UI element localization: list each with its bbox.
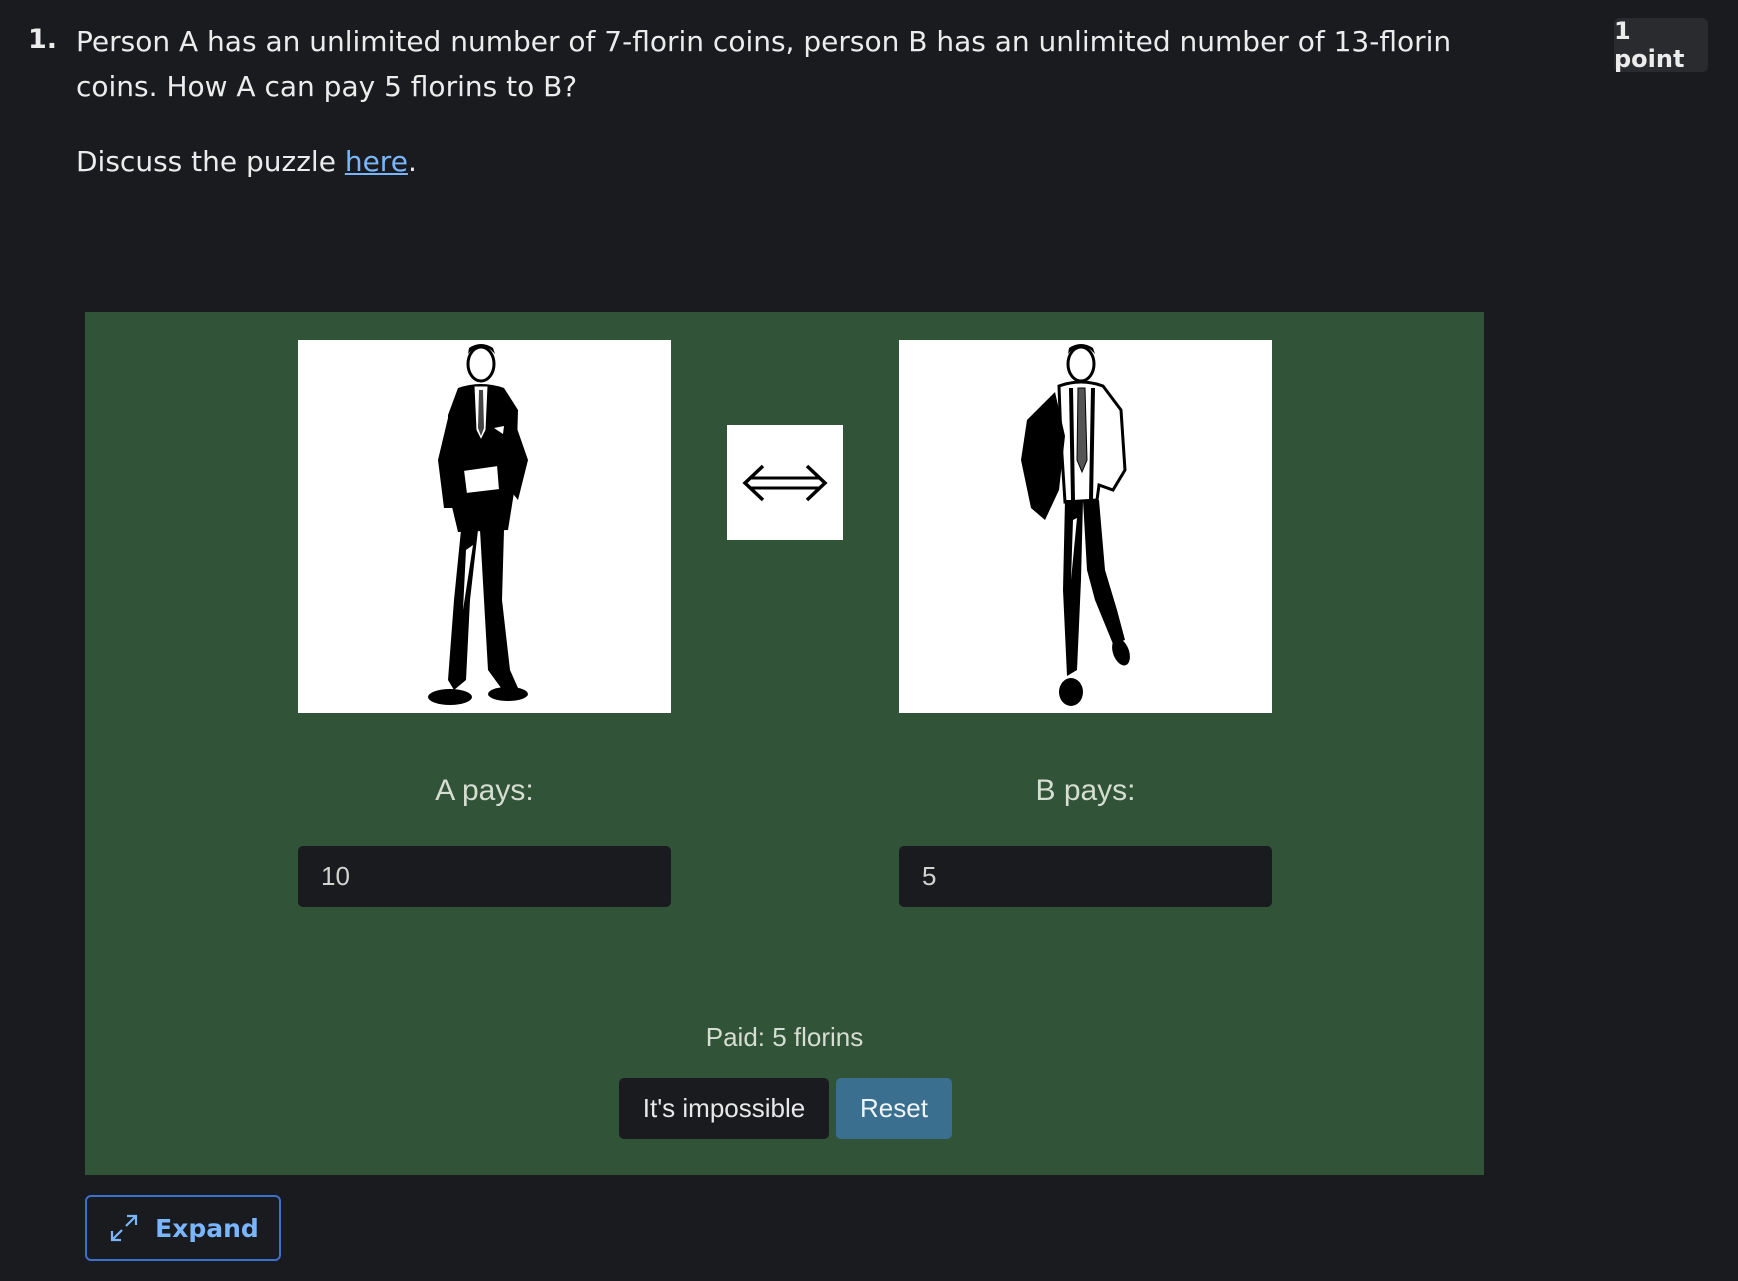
person-a-figure	[428, 344, 528, 705]
expand-button[interactable]: Expand	[85, 1195, 281, 1261]
person-b-figure	[1021, 344, 1130, 706]
discuss-link[interactable]: here	[345, 145, 408, 178]
double-headed-arrow-shape	[742, 464, 828, 501]
expand-diagonal-icon	[111, 1214, 138, 1242]
b-pays-label: B pays:	[1035, 774, 1136, 807]
reset-button[interactable]: Reset	[836, 1078, 952, 1139]
discuss-prefix: Discuss the puzzle	[76, 145, 345, 178]
person-a-image	[298, 340, 671, 713]
question-text: Person A has an unlimited number of 7-fl…	[76, 25, 1452, 103]
b-pays-input[interactable]	[899, 846, 1272, 907]
its-impossible-button[interactable]: It's impossible	[619, 1078, 829, 1139]
a-pays-label: A pays:	[435, 774, 534, 807]
expand-label: Expand	[155, 1213, 259, 1243]
a-pays-input[interactable]	[298, 846, 671, 907]
puzzle-panel: A pays: B pays: Paid: 5 florins It's imp…	[85, 312, 1484, 1175]
double-headed-arrow-icon	[727, 425, 843, 540]
discuss-line: Discuss the puzzle here.	[76, 139, 417, 184]
discuss-suffix: .	[407, 145, 417, 178]
person-b-image	[899, 340, 1272, 713]
points-badge: 1 point	[1614, 17, 1708, 73]
paid-status: Paid: 5 florins	[705, 1022, 864, 1052]
question-number: 1.	[28, 24, 58, 55]
